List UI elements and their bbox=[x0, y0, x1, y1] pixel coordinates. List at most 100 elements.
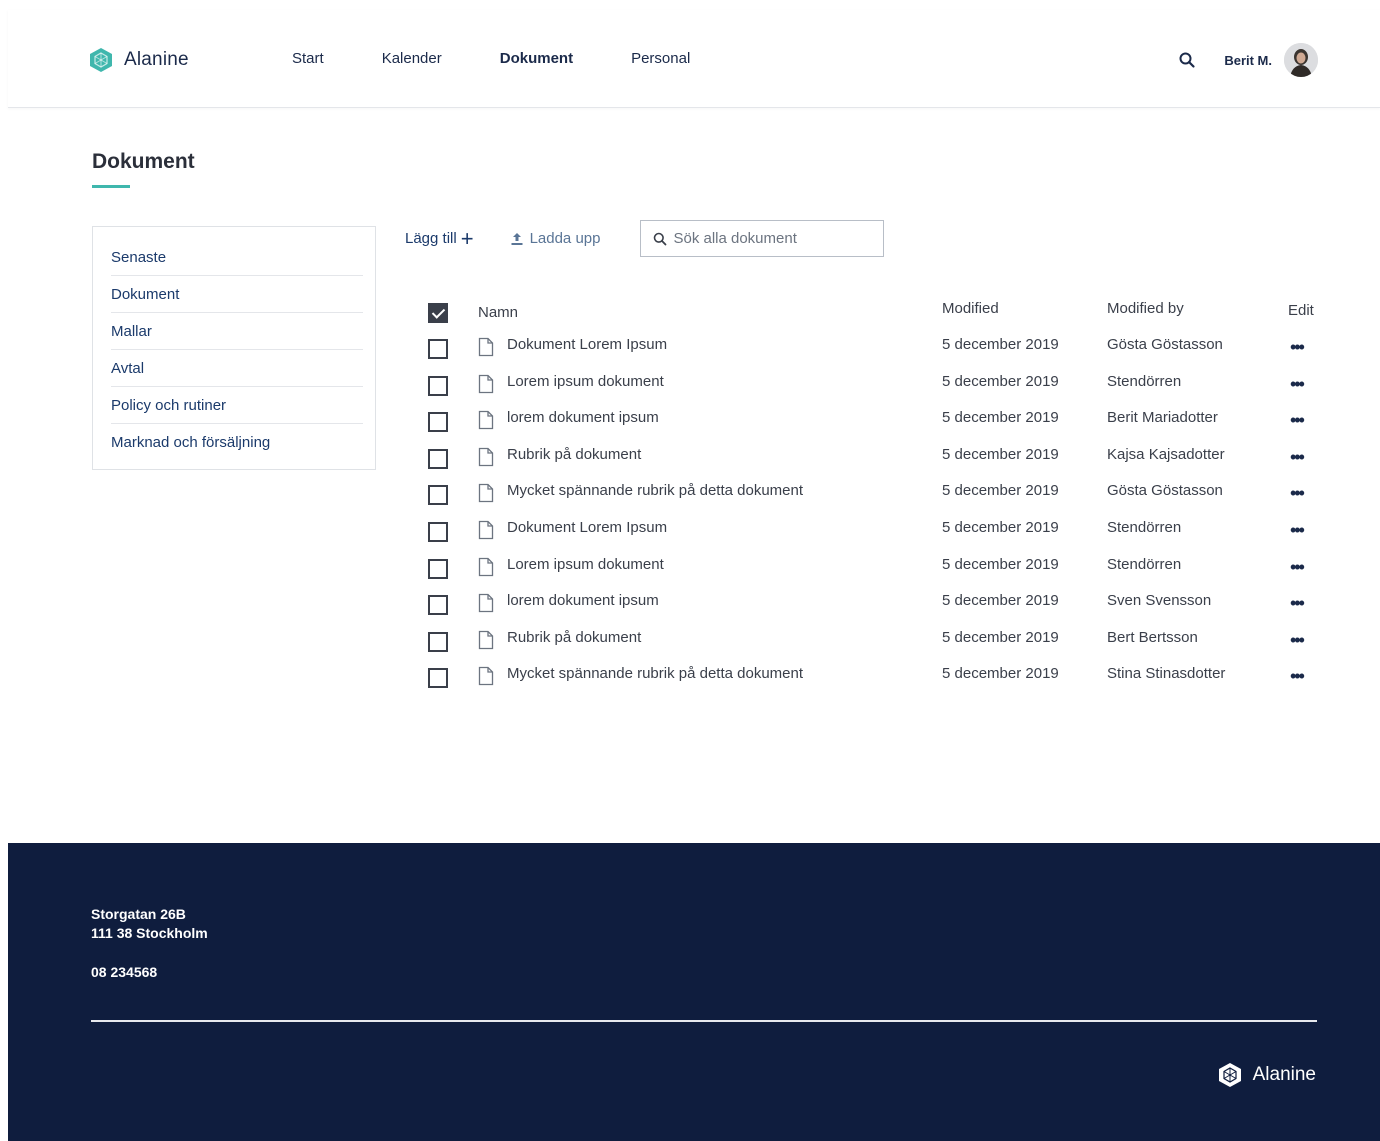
more-dots-icon[interactable]: ••• bbox=[1290, 521, 1305, 539]
document-name[interactable]: Rubrik på dokument bbox=[507, 629, 641, 646]
document-name[interactable]: Lorem ipsum dokument bbox=[507, 373, 664, 390]
row-checkbox[interactable] bbox=[428, 448, 448, 469]
row-checkbox[interactable] bbox=[428, 485, 448, 506]
more-dots-icon[interactable]: ••• bbox=[1290, 375, 1305, 393]
table-row[interactable]: Lorem ipsum dokument 5 december 2019 Stend… bbox=[428, 556, 1328, 593]
modified-by: Stina Stinasdotter bbox=[1107, 665, 1226, 683]
sidebar-item-marknad[interactable]: Marknad och försäljning bbox=[111, 424, 363, 461]
row-checkbox[interactable] bbox=[428, 339, 448, 359]
modified-by: Stendörren bbox=[1107, 555, 1182, 573]
column-modified-by[interactable]: Modified by bbox=[1107, 300, 1184, 317]
more-dots-icon[interactable]: ••• bbox=[1290, 448, 1305, 466]
nav-item-personal[interactable]: Personal bbox=[631, 50, 690, 67]
sidebar: Senaste Dokument Mallar Avtal Policy och… bbox=[92, 226, 376, 470]
nav-item-kalender[interactable]: Kalender bbox=[382, 50, 442, 67]
table-row[interactable]: Lorem ipsum dokument 5 december 2019 Stend… bbox=[428, 373, 1328, 410]
search-input[interactable] bbox=[673, 230, 874, 247]
footer-brand-name: Alanine bbox=[1252, 1064, 1316, 1085]
user-name[interactable]: Berit M. bbox=[1224, 53, 1272, 68]
upload-label: Ladda upp bbox=[529, 230, 601, 247]
more-dots-icon[interactable]: ••• bbox=[1290, 631, 1305, 649]
modified-by: Gösta Göstasson bbox=[1107, 482, 1223, 500]
table-row[interactable]: lorem dokument ipsum 5 december 2019 Berit… bbox=[428, 409, 1328, 446]
user-area: Berit M. bbox=[1178, 43, 1318, 77]
modified-by: Gösta Göstasson bbox=[1107, 336, 1223, 353]
sidebar-item-policy[interactable]: Policy och rutiner bbox=[111, 387, 363, 424]
document-name[interactable]: lorem dokument ipsum bbox=[507, 409, 659, 426]
row-checkbox[interactable] bbox=[428, 521, 448, 542]
document-name[interactable]: Mycket spännande rubrik på detta dokumen… bbox=[507, 482, 803, 499]
document-icon bbox=[478, 557, 494, 576]
table-row[interactable]: Mycket spännande rubrik på detta dokumen… bbox=[428, 482, 1328, 519]
more-dots-icon[interactable]: ••• bbox=[1290, 411, 1305, 429]
nav-item-dokument[interactable]: Dokument bbox=[500, 50, 573, 67]
select-all-checkbox[interactable] bbox=[428, 303, 448, 323]
modified-date: 5 december 2019 bbox=[942, 372, 1059, 390]
modified-date: 5 december 2019 bbox=[942, 665, 1059, 683]
brand-logo[interactable]: Alanine bbox=[88, 47, 189, 73]
upload-button[interactable]: Ladda upp bbox=[510, 230, 601, 247]
table-row[interactable]: Dokument Lorem Ipsum 5 december 2019 Stend… bbox=[428, 519, 1328, 556]
sidebar-item-senaste[interactable]: Senaste bbox=[111, 239, 363, 276]
footer: Storgatan 26B 111 38 Stockholm 08 234568… bbox=[8, 843, 1380, 1141]
document-name[interactable]: Lorem ipsum dokument bbox=[507, 556, 664, 573]
row-checkbox[interactable] bbox=[428, 631, 448, 652]
column-edit: Edit bbox=[1288, 302, 1314, 319]
modified-date: 5 december 2019 bbox=[942, 409, 1059, 427]
modified-date: 5 december 2019 bbox=[942, 336, 1059, 353]
table-body: Dokument Lorem Ipsum 5 december 2019 Gösta… bbox=[428, 336, 1328, 702]
document-search[interactable] bbox=[640, 220, 885, 257]
table-row[interactable]: Rubrik på dokument 5 december 2019 Bert Be… bbox=[428, 629, 1328, 666]
row-checkbox[interactable] bbox=[428, 595, 448, 616]
brand-name: Alanine bbox=[124, 49, 189, 70]
more-dots-icon[interactable]: ••• bbox=[1290, 558, 1305, 576]
modified-date: 5 december 2019 bbox=[942, 518, 1059, 536]
nav-item-start[interactable]: Start bbox=[292, 50, 324, 67]
table-row[interactable]: Dokument Lorem Ipsum 5 december 2019 Gösta… bbox=[428, 336, 1328, 373]
document-name[interactable]: Dokument Lorem Ipsum bbox=[507, 336, 667, 353]
table-row[interactable]: lorem dokument ipsum 5 december 2019 Sven … bbox=[428, 592, 1328, 629]
sidebar-item-dokument[interactable]: Dokument bbox=[111, 276, 363, 313]
document-icon bbox=[478, 594, 494, 613]
hexagon-logo-icon bbox=[90, 48, 112, 72]
modified-by: Sven Svensson bbox=[1107, 592, 1212, 610]
address-line-1: Storgatan 26B bbox=[91, 906, 186, 922]
document-name[interactable]: Rubrik på dokument bbox=[507, 446, 641, 463]
column-modified[interactable]: Modified bbox=[942, 300, 999, 317]
footer-logo: Alanine bbox=[1217, 1062, 1316, 1088]
more-dots-icon[interactable]: ••• bbox=[1290, 667, 1305, 685]
row-checkbox[interactable] bbox=[428, 558, 448, 579]
document-name[interactable]: Dokument Lorem Ipsum bbox=[507, 519, 667, 536]
column-name[interactable]: Namn bbox=[478, 304, 518, 321]
plus-icon: + bbox=[460, 225, 474, 251]
more-dots-icon[interactable]: ••• bbox=[1290, 338, 1305, 356]
more-dots-icon[interactable]: ••• bbox=[1290, 594, 1305, 612]
document-icon bbox=[478, 447, 494, 466]
table-header: Namn Modified Modified by Edit bbox=[428, 296, 1328, 336]
document-name[interactable]: Mycket spännande rubrik på detta dokumen… bbox=[507, 665, 803, 682]
document-icon bbox=[478, 484, 494, 503]
sidebar-item-avtal[interactable]: Avtal bbox=[111, 350, 363, 387]
page-title: Dokument bbox=[92, 150, 195, 173]
modified-by: Stendörren bbox=[1107, 372, 1182, 390]
modified-date: 5 december 2019 bbox=[942, 592, 1059, 610]
table-row[interactable]: Mycket spännande rubrik på detta dokumen… bbox=[428, 665, 1328, 702]
avatar[interactable] bbox=[1284, 43, 1318, 77]
document-icon bbox=[478, 411, 494, 430]
row-checkbox[interactable] bbox=[428, 375, 448, 396]
row-checkbox[interactable] bbox=[428, 412, 448, 433]
more-dots-icon[interactable]: ••• bbox=[1290, 484, 1305, 502]
table-row[interactable]: Rubrik på dokument 5 december 2019 Kajsa K… bbox=[428, 446, 1328, 483]
row-checkbox[interactable] bbox=[428, 668, 448, 689]
document-name[interactable]: lorem dokument ipsum bbox=[507, 592, 659, 609]
search-icon bbox=[654, 232, 667, 245]
modified-by: Stendörren bbox=[1107, 518, 1182, 536]
add-button[interactable]: Lägg till + bbox=[405, 225, 474, 251]
sidebar-item-mallar[interactable]: Mallar bbox=[111, 313, 363, 350]
document-icon bbox=[478, 630, 494, 649]
modified-date: 5 december 2019 bbox=[942, 445, 1059, 463]
search-icon[interactable] bbox=[1178, 51, 1196, 69]
document-icon bbox=[478, 667, 494, 686]
main-nav: Start Kalender Dokument Personal bbox=[292, 50, 748, 67]
modified-date: 5 december 2019 bbox=[942, 482, 1059, 500]
